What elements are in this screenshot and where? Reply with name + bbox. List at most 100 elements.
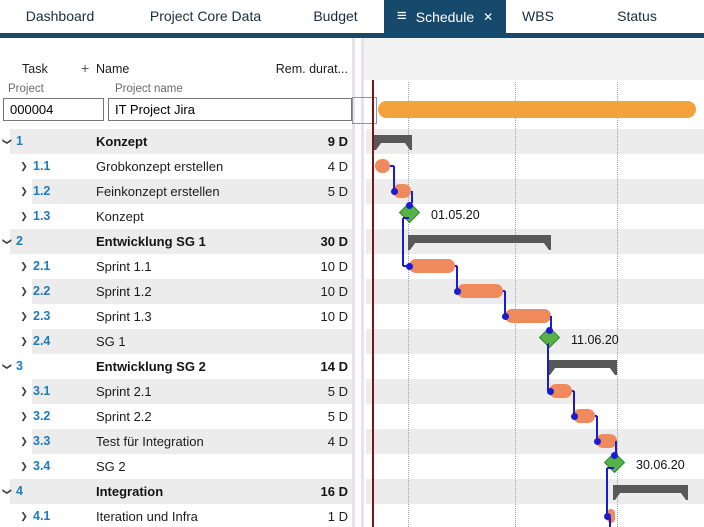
summary-bar[interactable]: [374, 135, 412, 143]
task-row-2.2[interactable]: ❯ 2.2 Sprint 1.2 10 D: [0, 279, 352, 304]
task-row-2[interactable]: ❯ 2 Entwicklung SG 1 30 D: [0, 229, 352, 254]
task-row-1.2[interactable]: ❯ 1.2 Feinkonzept erstellen 5 D: [0, 179, 352, 204]
task-row-1[interactable]: ❯ 1 Konzept 9 D: [0, 129, 352, 154]
gantt-row-stripe: [366, 279, 704, 304]
dependency-connector: [547, 344, 549, 391]
dependency-connector: [595, 415, 597, 417]
column-header-remaining-duration[interactable]: Rem. durat...: [276, 62, 348, 76]
project-id-input[interactable]: [3, 98, 104, 121]
task-bar[interactable]: [457, 284, 503, 298]
task-name: Sprint 1.2: [96, 284, 152, 299]
dependency-connector: [402, 218, 404, 266]
task-id: 2.1: [33, 259, 51, 273]
close-icon[interactable]: ✕: [483, 11, 493, 23]
add-column-icon[interactable]: +: [81, 60, 89, 76]
project-name-label: Project name: [115, 83, 183, 95]
tab-project-core-data[interactable]: Project Core Data: [128, 0, 283, 33]
dependency-connector: [393, 166, 395, 191]
task-row-3.1[interactable]: ❯ 3.1 Sprint 2.1 5 D: [0, 379, 352, 404]
dependency-connector: [607, 467, 614, 469]
task-bar[interactable]: [409, 259, 455, 273]
row-highlight: [32, 404, 352, 429]
task-name: Konzept: [96, 209, 144, 224]
chevron-right-icon[interactable]: ❯: [19, 279, 29, 304]
task-row-1.3[interactable]: ❯ 1.3 Konzept: [0, 204, 352, 229]
chevron-right-icon[interactable]: ❯: [19, 329, 29, 354]
task-row-2.3[interactable]: ❯ 2.3 Sprint 1.3 10 D: [0, 304, 352, 329]
task-bar[interactable]: [375, 159, 390, 173]
task-row-4.1[interactable]: ❯ 4.1 Iteration und Infra 1 D: [0, 504, 352, 527]
task-bar[interactable]: [549, 384, 572, 398]
task-duration: 5 D: [327, 184, 348, 199]
task-bar[interactable]: [596, 434, 617, 448]
tab-status[interactable]: Status: [588, 0, 686, 33]
task-name: Iteration und Infra: [96, 509, 198, 524]
column-header-task[interactable]: Task: [22, 62, 48, 76]
menu-icon[interactable]: ≡: [397, 7, 407, 24]
chevron-right-icon[interactable]: ❯: [19, 254, 29, 279]
chevron-right-icon[interactable]: ❯: [19, 154, 29, 179]
task-row-3[interactable]: ❯ 3 Entwicklung SG 2 14 D: [0, 354, 352, 379]
task-row-3.3[interactable]: ❯ 3.3 Test für Integration 4 D: [0, 429, 352, 454]
summary-bar[interactable]: [408, 235, 551, 243]
row-highlight: [32, 204, 352, 229]
column-header-name[interactable]: Name: [96, 62, 129, 76]
tab-wbs[interactable]: WBS: [506, 0, 570, 33]
task-name: Grobkonzept erstellen: [96, 159, 224, 174]
gantt-row-stripe: [366, 479, 704, 504]
task-duration: 16 D: [320, 484, 348, 499]
chevron-right-icon[interactable]: ❯: [19, 454, 29, 479]
chevron-right-icon[interactable]: ❯: [19, 379, 29, 404]
task-row-3.2[interactable]: ❯ 3.2 Sprint 2.2 5 D: [0, 404, 352, 429]
tab-dashboard[interactable]: Dashboard: [8, 0, 112, 33]
tab-schedule[interactable]: ≡ Schedule ✕: [384, 0, 506, 33]
task-id: 4.1: [33, 509, 51, 523]
task-bar[interactable]: [607, 509, 615, 523]
task-row-1.1[interactable]: ❯ 1.1 Grobkonzept erstellen 4 D: [0, 154, 352, 179]
dependency-connector: [550, 316, 552, 329]
task-id: 2.2: [33, 284, 51, 298]
project-name-input[interactable]: [108, 98, 352, 121]
project-bar[interactable]: [378, 101, 696, 118]
task-table: Task + Name Rem. durat... Project Projec…: [0, 38, 352, 527]
task-id: 3.4: [33, 459, 51, 473]
dependency-connector: [403, 265, 409, 267]
task-duration: 10 D: [320, 284, 348, 299]
task-bar[interactable]: [505, 309, 551, 323]
task-row-3.4[interactable]: ❯ 3.4 SG 2: [0, 454, 352, 479]
task-name: Test für Integration: [96, 434, 204, 449]
task-duration: 30 D: [320, 234, 348, 249]
summary-bar[interactable]: [548, 360, 617, 368]
chevron-right-icon[interactable]: ❯: [19, 504, 29, 527]
milestone-date-label: 01.05.20: [431, 208, 480, 222]
connector-dot: [501, 312, 509, 320]
chevron-right-icon[interactable]: ❯: [19, 429, 29, 454]
tab-label: Budget: [313, 8, 358, 24]
chevron-right-icon[interactable]: ❯: [19, 179, 29, 204]
chevron-right-icon[interactable]: ❯: [19, 204, 29, 229]
task-id: 1.3: [33, 209, 51, 223]
chevron-right-icon[interactable]: ❯: [19, 404, 29, 429]
gantt-timeline-header: 20 MAYJUNJUL: [364, 38, 704, 114]
tab-label: Dashboard: [25, 8, 95, 24]
task-name: Konzept: [96, 134, 148, 149]
summary-bar[interactable]: [613, 485, 688, 493]
connector-dot: [610, 451, 618, 459]
chevron-right-icon[interactable]: ❯: [19, 304, 29, 329]
connector-dot: [570, 412, 578, 420]
milestone-diamond[interactable]: [538, 326, 560, 349]
task-id: 1.1: [33, 159, 51, 173]
task-row-2.1[interactable]: ❯ 2.1 Sprint 1.1 10 D: [0, 254, 352, 279]
summary-bracket-right: [609, 360, 617, 375]
task-bar[interactable]: [393, 184, 411, 198]
milestone-diamond[interactable]: [603, 451, 625, 474]
task-bar[interactable]: [573, 409, 595, 423]
row-highlight: [32, 379, 352, 404]
task-row-4[interactable]: ❯ 4 Integration 16 D: [0, 479, 352, 504]
milestone-date-label: 30.06.20: [636, 458, 685, 472]
task-id: 1.2: [33, 184, 51, 198]
task-row-2.4[interactable]: ❯ 2.4 SG 1: [0, 329, 352, 354]
milestone-diamond[interactable]: [398, 201, 420, 224]
dependency-connector: [615, 441, 617, 453]
tab-budget[interactable]: Budget: [293, 0, 378, 33]
